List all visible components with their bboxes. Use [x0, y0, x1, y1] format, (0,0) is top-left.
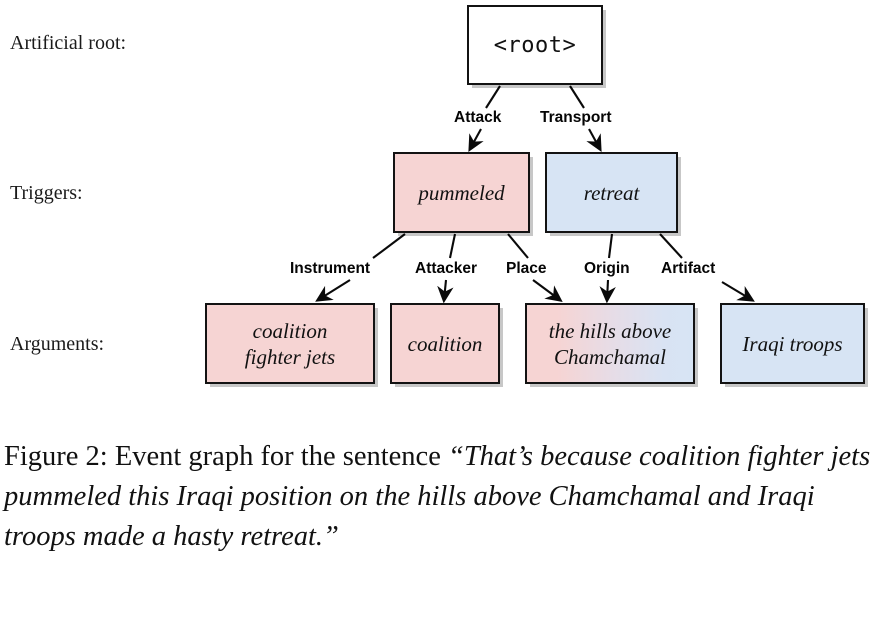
- arg-line-1: coalition: [252, 318, 328, 343]
- edge-label-attack: Attack: [452, 109, 504, 126]
- caption-lead: Figure 2: Event graph for the sentence: [4, 441, 448, 472]
- node-argument-the-hills-above-chamchamal-label: the hills above Chamchamal: [527, 318, 693, 370]
- node-argument-coalition[interactable]: coalition: [390, 303, 500, 384]
- row-label-triggers: Triggers:: [10, 182, 83, 204]
- node-argument-coalition-label: coalition: [407, 331, 483, 356]
- row-label-artificial-root: Artificial root:: [10, 32, 127, 54]
- node-argument-coalition-fighter-jets[interactable]: coalition fighter jets: [205, 303, 375, 384]
- arg-line-2: Chamchamal: [554, 344, 666, 369]
- node-argument-coalition-fighter-jets-label: coalition fighter jets: [207, 318, 373, 370]
- edge-label-place: Place: [504, 260, 549, 277]
- edge-label-attacker: Attacker: [413, 260, 480, 277]
- node-trigger-retreat-label: retreat: [583, 180, 640, 205]
- event-graph-figure: Artificial root: Triggers: Arguments: <r…: [0, 0, 878, 420]
- edge-label-artifact: Artifact: [659, 260, 718, 277]
- node-root-label: <root>: [493, 32, 577, 58]
- node-trigger-pummeled[interactable]: pummeled: [393, 152, 530, 233]
- arg-line-2: fighter jets: [244, 344, 336, 369]
- node-root[interactable]: <root>: [467, 5, 603, 85]
- node-trigger-pummeled-label: pummeled: [418, 180, 505, 205]
- node-argument-iraqi-troops[interactable]: Iraqi troops: [720, 303, 865, 384]
- edge-label-origin: Origin: [582, 260, 632, 277]
- node-argument-the-hills-above-chamchamal[interactable]: the hills above Chamchamal: [525, 303, 695, 384]
- node-argument-iraqi-troops-label: Iraqi troops: [742, 331, 843, 356]
- edge-label-instrument: Instrument: [288, 260, 373, 277]
- figure-caption: Figure 2: Event graph for the sentence “…: [4, 437, 876, 557]
- edge-label-transport: Transport: [538, 109, 614, 126]
- row-label-arguments: Arguments:: [10, 333, 105, 355]
- arg-line-1: the hills above: [548, 318, 672, 343]
- node-trigger-retreat[interactable]: retreat: [545, 152, 678, 233]
